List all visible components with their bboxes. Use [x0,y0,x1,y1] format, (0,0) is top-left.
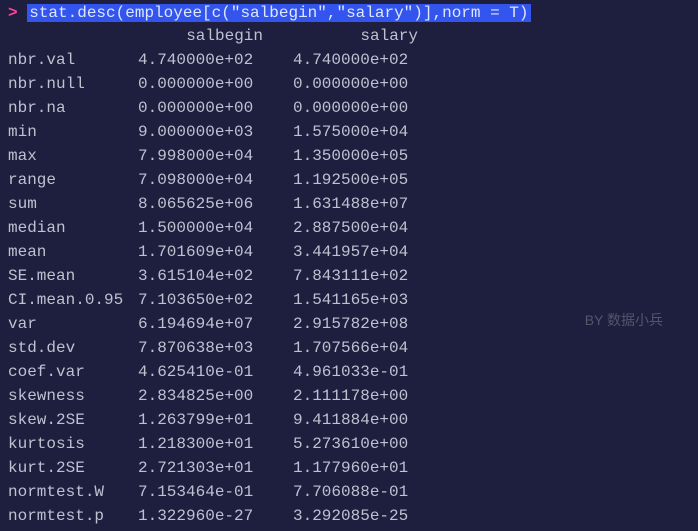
table-row: coef.var4.625410e-014.961033e-01 [8,360,448,384]
stat-value-salbegin: 6.194694e+07 [138,312,293,336]
stat-value-salary: 0.000000e+00 [293,96,448,120]
stat-value-salary: 4.961033e-01 [293,360,448,384]
table-row: range7.098000e+041.192500e+05 [8,168,448,192]
stat-value-salary: 1.707566e+04 [293,336,448,360]
stat-label: nbr.val [8,48,138,72]
stat-value-salbegin: 2.721303e+01 [138,456,293,480]
stat-value-salary: 7.706088e-01 [293,480,448,504]
stat-label: kurt.2SE [8,456,138,480]
stat-value-salary: 1.541165e+03 [293,288,448,312]
stat-label: var [8,312,138,336]
table-row: SE.mean3.615104e+027.843111e+02 [8,264,448,288]
table-row: sum8.065625e+061.631488e+07 [8,192,448,216]
stat-value-salbegin: 1.263799e+01 [138,408,293,432]
stat-value-salary: 3.441957e+04 [293,240,448,264]
table-row: median1.500000e+042.887500e+04 [8,216,448,240]
stat-value-salbegin: 7.098000e+04 [138,168,293,192]
stat-label: std.dev [8,336,138,360]
stat-value-salbegin: 4.625410e-01 [138,360,293,384]
table-row: kurtosis1.218300e+015.273610e+00 [8,432,448,456]
table-row: skewness2.834825e+002.111178e+00 [8,384,448,408]
stat-label: SE.mean [8,264,138,288]
stat-label: mean [8,240,138,264]
stat-value-salbegin: 3.615104e+02 [138,264,293,288]
stat-value-salbegin: 0.000000e+00 [138,72,293,96]
table-header-row: salbegin salary [8,24,448,48]
stat-value-salbegin: 7.998000e+04 [138,144,293,168]
stat-label: sum [8,192,138,216]
stat-value-salbegin: 7.103650e+02 [138,288,293,312]
stat-value-salbegin: 1.218300e+01 [138,432,293,456]
stat-label: min [8,120,138,144]
table-row: nbr.null0.000000e+000.000000e+00 [8,72,448,96]
stat-value-salbegin: 0.000000e+00 [138,96,293,120]
table-row: kurt.2SE2.721303e+011.177960e+01 [8,456,448,480]
stat-value-salbegin: 7.870638e+03 [138,336,293,360]
stat-value-salary: 1.575000e+04 [293,120,448,144]
stat-value-salbegin: 9.000000e+03 [138,120,293,144]
stat-label: normtest.p [8,504,138,528]
stat-value-salary: 2.887500e+04 [293,216,448,240]
table-row: nbr.na0.000000e+000.000000e+00 [8,96,448,120]
stat-value-salbegin: 1.500000e+04 [138,216,293,240]
table-row: normtest.W7.153464e-017.706088e-01 [8,480,448,504]
stat-label: nbr.na [8,96,138,120]
stat-label: range [8,168,138,192]
table-row: skew.2SE1.263799e+019.411884e+00 [8,408,448,432]
stat-label: skewness [8,384,138,408]
table-row: std.dev7.870638e+031.707566e+04 [8,336,448,360]
table-row: nbr.val4.740000e+024.740000e+02 [8,48,448,72]
stat-label: normtest.W [8,480,138,504]
stat-label: median [8,216,138,240]
table-row: CI.mean.0.957.103650e+021.541165e+03 [8,288,448,312]
stat-value-salary: 9.411884e+00 [293,408,448,432]
prompt-symbol: > [8,4,18,22]
stat-value-salary: 7.843111e+02 [293,264,448,288]
stat-label: max [8,144,138,168]
watermark-text: BY 数据小兵 [585,310,663,330]
stat-value-salary: 1.350000e+05 [293,144,448,168]
stat-label: nbr.null [8,72,138,96]
stat-value-salbegin: 8.065625e+06 [138,192,293,216]
stat-value-salary: 2.111178e+00 [293,384,448,408]
stat-value-salbegin: 7.153464e-01 [138,480,293,504]
table-row: max7.998000e+041.350000e+05 [8,144,448,168]
table-row: mean1.701609e+043.441957e+04 [8,240,448,264]
stat-desc-output-table: salbegin salary nbr.val4.740000e+024.740… [8,24,448,528]
stat-label: skew.2SE [8,408,138,432]
table-row: normtest.p1.322960e-273.292085e-25 [8,504,448,528]
stat-label: CI.mean.0.95 [8,288,138,312]
stat-label: kurtosis [8,432,138,456]
r-console-prompt-line[interactable]: > stat.desc(employee[c("salbegin","salar… [8,4,690,22]
stat-value-salary: 4.740000e+02 [293,48,448,72]
stat-value-salary: 0.000000e+00 [293,72,448,96]
stat-label: coef.var [8,360,138,384]
stat-value-salbegin: 1.701609e+04 [138,240,293,264]
header-salary: salary [293,24,448,48]
command-input-text[interactable]: stat.desc(employee[c("salbegin","salary"… [27,4,530,22]
table-row: var6.194694e+072.915782e+08 [8,312,448,336]
table-row: min9.000000e+031.575000e+04 [8,120,448,144]
stat-value-salary: 2.915782e+08 [293,312,448,336]
header-empty [8,24,138,48]
stat-value-salbegin: 4.740000e+02 [138,48,293,72]
stat-value-salbegin: 2.834825e+00 [138,384,293,408]
stat-value-salary: 1.192500e+05 [293,168,448,192]
stat-value-salary: 5.273610e+00 [293,432,448,456]
stat-value-salary: 3.292085e-25 [293,504,448,528]
stat-value-salary: 1.177960e+01 [293,456,448,480]
header-salbegin: salbegin [138,24,293,48]
stat-value-salary: 1.631488e+07 [293,192,448,216]
stat-value-salbegin: 1.322960e-27 [138,504,293,528]
